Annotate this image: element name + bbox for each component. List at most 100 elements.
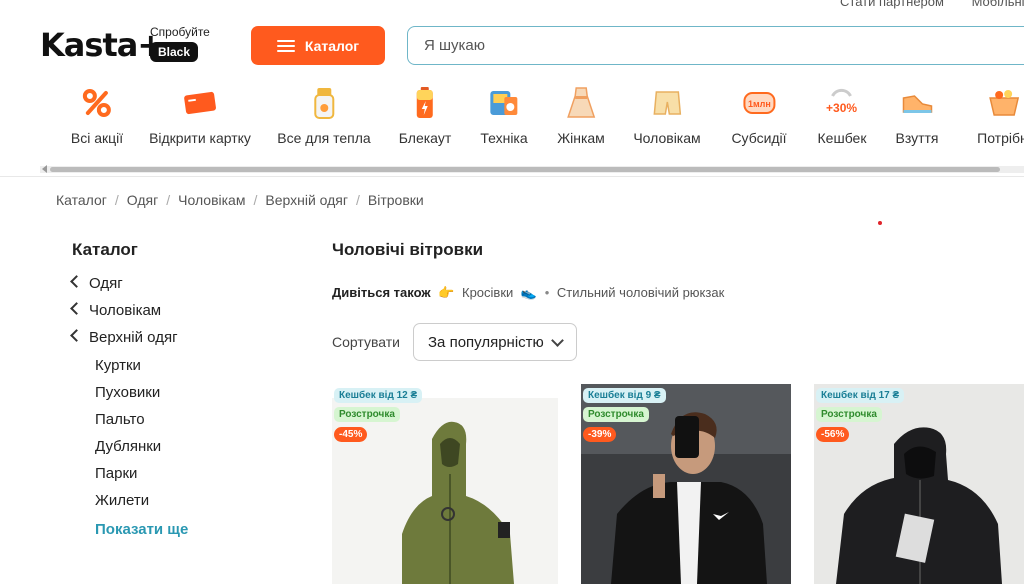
appliance-icon (487, 86, 521, 120)
search-input[interactable] (407, 26, 1024, 65)
partner-link[interactable]: Стати партнером (840, 0, 944, 9)
sidebar-item-down-jackets[interactable]: Пуховики (95, 384, 160, 401)
sidebar-item-jackets[interactable]: Куртки (95, 357, 141, 374)
category-men[interactable]: Чоловікам (633, 86, 701, 146)
category-label: Жінкам (557, 130, 605, 146)
product-card[interactable]: Кешбек від 9 ₴ Розстрочка -39% (581, 384, 791, 584)
breadcrumb-item[interactable]: Одяг (127, 192, 158, 208)
scroll-left-icon[interactable] (42, 165, 47, 173)
cashback-icon: +30% (825, 86, 859, 120)
installment-badge: Розстрочка (334, 407, 400, 422)
cashback-badge-text: +30% (826, 101, 857, 115)
top-links: Стати партнером Мобільні (840, 0, 1024, 9)
breadcrumb-separator: / (166, 192, 171, 208)
sidebar-item-parkas[interactable]: Парки (95, 465, 137, 482)
logo[interactable]: Kasta+ (40, 28, 164, 62)
black-promo[interactable]: Спробуйте Black (150, 25, 210, 62)
chevron-left-icon (70, 302, 83, 315)
category-strip: Всі акції Відкрити картку Все для тепла … (0, 86, 1024, 156)
promo-black-badge: Black (150, 42, 199, 62)
category-label: Взуття (895, 130, 939, 146)
category-warmth[interactable]: Все для тепла (277, 86, 371, 146)
category-cashback[interactable]: +30% Кешбек (817, 86, 867, 146)
header-divider (0, 176, 1024, 177)
sort-value: За популярністю (428, 333, 544, 351)
category-open-card[interactable]: Відкрити картку (149, 86, 251, 146)
chevron-left-icon (70, 329, 83, 342)
sort-label: Сортувати (332, 334, 400, 350)
see-also-link-sneakers[interactable]: Кросівки (462, 285, 513, 300)
sidebar-item-label: Верхній одяг (89, 329, 178, 346)
sidebar-item-vests[interactable]: Жилети (95, 492, 149, 509)
breadcrumb-separator: / (356, 192, 360, 208)
bullet-separator: • (544, 285, 550, 300)
subsidy-icon: 1млн (742, 86, 776, 120)
category-label: Блекаут (398, 130, 452, 146)
page-title: Чоловічі вітровки (332, 240, 484, 259)
breadcrumb-separator: / (114, 192, 119, 208)
breadcrumb: Каталог / Одяг / Чоловікам / Верхній одяг / Вітр… (56, 192, 424, 208)
catalog-button-label: Каталог (304, 37, 360, 54)
category-subsidies[interactable]: 1млн Субсидії (731, 86, 787, 146)
dress-icon (564, 86, 598, 120)
product-card[interactable]: Кешбек від 17 ₴ Розстрочка -56% (814, 384, 1024, 584)
category-blackout[interactable]: Блекаут (399, 86, 451, 146)
menu-icon (276, 39, 295, 52)
shorts-icon (650, 86, 684, 120)
sidebar-item-label: Чоловікам (89, 302, 162, 319)
category-label: Потрібні (977, 130, 1024, 146)
category-label: Відкрити картку (149, 130, 251, 146)
pointing-hand-icon: 👉 (438, 285, 455, 300)
category-label: Всі акції (70, 130, 124, 146)
installment-badge: Розстрочка (816, 407, 882, 422)
shoe-icon (900, 86, 934, 120)
cashback-badge: Кешбек від 17 ₴ (816, 388, 905, 403)
catalog-button[interactable]: Каталог (251, 26, 385, 65)
heater-icon (307, 86, 341, 120)
promo-try-text: Спробуйте (150, 25, 210, 39)
sidebar-title: Каталог (72, 240, 138, 259)
sneaker-icon: 👟 (520, 285, 538, 300)
see-also: Дивіться також 👉 Кросівки 👟 • Стильний ч… (332, 285, 724, 301)
battery-icon (408, 86, 442, 120)
category-appliances[interactable]: Техніка (480, 86, 528, 146)
sidebar-back-clothing[interactable]: Одяг (70, 275, 123, 292)
category-shoes[interactable]: Взуття (895, 86, 939, 146)
sidebar-item-label: Одяг (89, 275, 123, 292)
card-icon (183, 86, 217, 120)
category-label: Чоловікам (633, 130, 701, 146)
sort-select[interactable]: За популярністю (413, 323, 577, 361)
sidebar-back-men[interactable]: Чоловікам (70, 302, 162, 319)
cashback-badge: Кешбек від 12 ₴ (334, 388, 423, 403)
percent-icon (80, 86, 114, 120)
category-women[interactable]: Жінкам (557, 86, 605, 146)
breadcrumb-separator: / (253, 192, 258, 208)
sidebar-item-coats[interactable]: Пальто (95, 411, 145, 428)
breadcrumb-current: Вітровки (367, 192, 424, 208)
category-all-sales[interactable]: Всі акції (71, 86, 123, 146)
chevron-left-icon (70, 275, 83, 288)
category-label: Субсидії (731, 130, 787, 146)
breadcrumb-item[interactable]: Каталог (56, 192, 107, 208)
category-label: Кешбек (817, 130, 867, 146)
see-also-label: Дивіться також (332, 285, 431, 300)
basket-icon (987, 86, 1021, 120)
category-needed[interactable]: Потрібні (977, 86, 1024, 146)
sidebar-back-outerwear[interactable]: Верхній одяг (70, 329, 178, 346)
discount-badge: -45% (334, 427, 368, 442)
breadcrumb-item[interactable]: Верхній одяг (265, 192, 348, 208)
category-scrollbar-thumb[interactable] (50, 167, 1000, 172)
product-card[interactable]: Кешбек від 12 ₴ Розстрочка -45% (332, 384, 558, 584)
category-label: Все для тепла (277, 130, 371, 146)
breadcrumb-item[interactable]: Чоловікам (178, 192, 245, 208)
sidebar-item-sheepskin[interactable]: Дублянки (95, 438, 161, 455)
mobile-link[interactable]: Мобільні (972, 0, 1024, 9)
subsidy-badge-text: 1млн (748, 99, 771, 109)
category-label: Техніка (480, 130, 528, 146)
discount-badge: -39% (583, 427, 617, 442)
notification-dot (878, 221, 882, 225)
installment-badge: Розстрочка (583, 407, 649, 422)
see-also-link-backpack[interactable]: Стильний чоловічий рюкзак (557, 285, 724, 300)
show-more-link[interactable]: Показати ще (95, 521, 188, 538)
cashback-badge: Кешбек від 9 ₴ (583, 388, 666, 403)
